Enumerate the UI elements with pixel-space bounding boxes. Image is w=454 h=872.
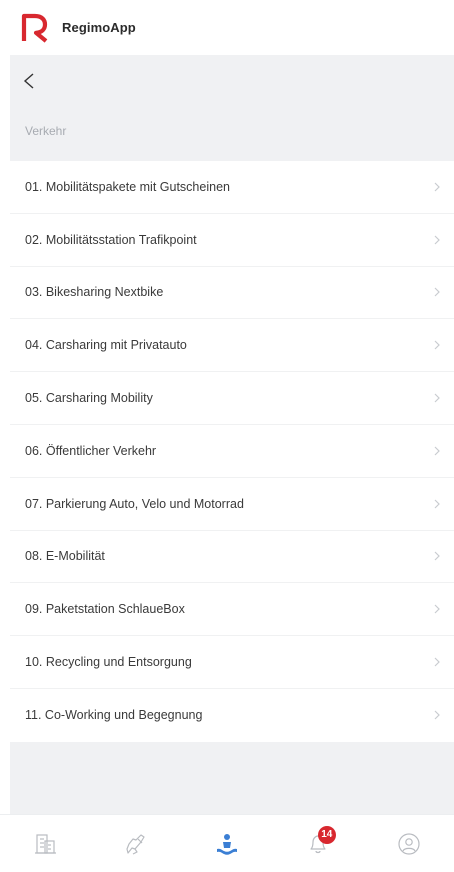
app-header: RegimoApp [0, 0, 454, 55]
community-icon [216, 833, 237, 855]
chevron-left-icon [23, 73, 34, 89]
chevron-right-icon [432, 602, 442, 616]
menu-item-e-mobilitaet[interactable]: 08. E-Mobilität [10, 531, 454, 584]
chevron-right-icon [432, 391, 442, 405]
menu-item-label: 04. Carsharing mit Privatauto [25, 338, 187, 353]
bottom-tab-bar: 14 [0, 814, 454, 872]
menu-item-label: 01. Mobilitätspakete mit Gutscheinen [25, 179, 230, 194]
chevron-right-icon [432, 655, 442, 669]
menu-item-label: 05. Carsharing Mobility [25, 391, 153, 406]
tab-notifications[interactable]: 14 [298, 824, 338, 864]
nav-area [10, 55, 454, 161]
back-button[interactable] [22, 64, 52, 98]
handshake-icon [126, 833, 145, 855]
tab-profile[interactable] [389, 824, 429, 864]
menu-item-label: 07. Parkierung Auto, Velo und Motorrad [25, 496, 244, 511]
menu-item-label: 11. Co-Working und Begegnung [25, 708, 203, 723]
section-title: Verkehr [25, 124, 67, 138]
menu-item-oeffentlicher-verkehr[interactable]: 06. Öffentlicher Verkehr [10, 425, 454, 478]
menu-list: 01. Mobilitätspakete mit Gutscheinen 02.… [10, 161, 454, 742]
chevron-right-icon [432, 549, 442, 563]
profile-icon [397, 832, 420, 855]
tab-handshake[interactable] [116, 824, 156, 864]
chevron-right-icon [432, 708, 442, 722]
menu-item-carsharing-mobility[interactable]: 05. Carsharing Mobility [10, 372, 454, 425]
chevron-right-icon [432, 180, 442, 194]
app-name: RegimoApp [62, 20, 136, 35]
chevron-right-icon [432, 497, 442, 511]
menu-item-bikesharing[interactable]: 03. Bikesharing Nextbike [10, 267, 454, 320]
chevron-right-icon [432, 444, 442, 458]
menu-item-label: 06. Öffentlicher Verkehr [25, 443, 157, 458]
menu-item-label: 08. E-Mobilität [25, 549, 105, 564]
menu-item-label: 02. Mobilitätsstation Trafikpoint [25, 232, 197, 247]
notification-badge: 14 [317, 825, 336, 844]
menu-item-mobilitaetspakete[interactable]: 01. Mobilitätspakete mit Gutscheinen [10, 161, 454, 214]
menu-item-parkierung[interactable]: 07. Parkierung Auto, Velo und Motorrad [10, 478, 454, 531]
menu-item-label: 10. Recycling und Entsorgung [25, 655, 192, 670]
menu-item-label: 09. Paketstation SchlaueBox [25, 602, 185, 617]
chevron-right-icon [432, 285, 442, 299]
tab-community[interactable] [207, 824, 247, 864]
regimo-logo-icon [20, 13, 50, 43]
chevron-right-icon [432, 338, 442, 352]
menu-item-carsharing-privatauto[interactable]: 04. Carsharing mit Privatauto [10, 319, 454, 373]
menu-item-mobilitaetsstation[interactable]: 02. Mobilitätsstation Trafikpoint [10, 214, 454, 267]
menu-item-recycling[interactable]: 10. Recycling und Entsorgung [10, 636, 454, 689]
menu-item-co-working[interactable]: 11. Co-Working und Begegnung [10, 689, 454, 742]
content-spacer [10, 742, 454, 814]
buildings-icon [35, 833, 57, 854]
menu-item-paketstation[interactable]: 09. Paketstation SchlaueBox [10, 583, 454, 637]
chevron-right-icon [432, 233, 442, 247]
tab-buildings[interactable] [25, 824, 65, 864]
menu-item-label: 03. Bikesharing Nextbike [25, 285, 164, 300]
